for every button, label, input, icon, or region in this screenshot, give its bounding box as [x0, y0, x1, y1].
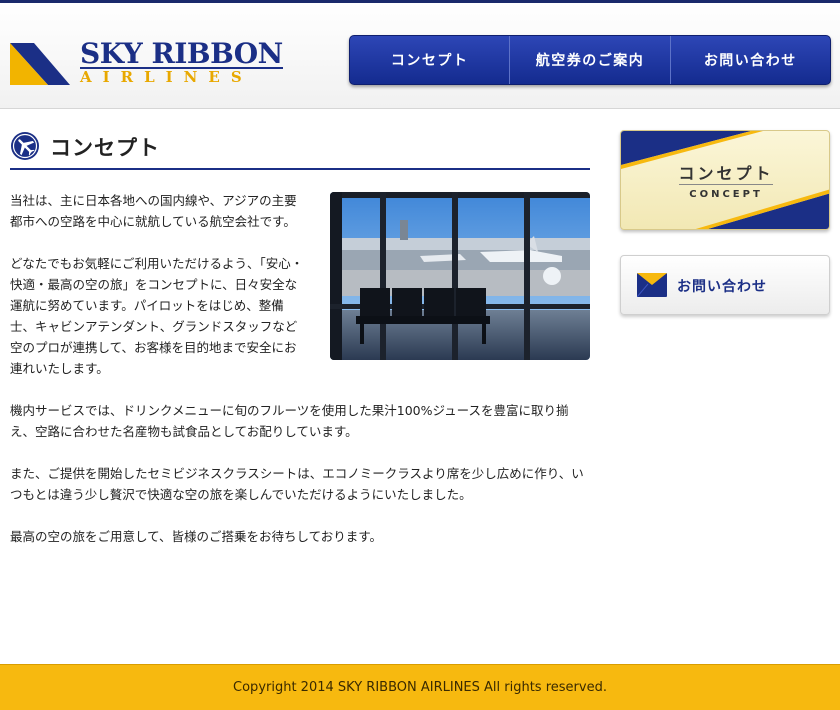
- page-heading: コンセプト: [10, 128, 590, 170]
- main-content: コンセプト 当社は、主に日本各地への国内線や、アジアの主要都市への空路を中心に就…: [10, 128, 590, 568]
- article-paragraph: 最高の空の旅をご用意して、皆様のご搭乗をお待ちしております。: [10, 529, 383, 544]
- sidebar-contact-label: お問い合わせ: [677, 279, 767, 295]
- footer-copyright: Copyright 2014 SKY RIBBON AIRLINES All r…: [233, 680, 607, 695]
- article-paragraph: また、ご提供を開始したセミビジネスクラスシートは、エコノミークラスより席を少し広…: [10, 466, 584, 502]
- sidebar-concept-title: コンセプト: [678, 164, 774, 183]
- sidebar-contact-button[interactable]: お問い合わせ: [620, 255, 830, 315]
- article-paragraph: 機内サービスでは、ドリンクメニューに旬のフルーツを使用した果汁100%ジュースを…: [10, 403, 569, 439]
- logo[interactable]: SKY RIBBON AIRLINES: [10, 37, 290, 89]
- airport-lounge-photo: [330, 192, 590, 360]
- article-body: 当社は、主に日本各地への国内線や、アジアの主要都市への空路を中心に就航している航…: [10, 190, 590, 547]
- site-header: SKY RIBBON AIRLINES コンセプト 航空券のご案内 お問い合わせ: [0, 3, 840, 109]
- logo-subtitle: AIRLINES: [80, 68, 253, 86]
- sidebar: コンセプト CONCEPT お問い合わせ: [620, 130, 830, 315]
- site-footer: Copyright 2014 SKY RIBBON AIRLINES All r…: [0, 664, 840, 710]
- airplane-circle-icon: [11, 132, 39, 160]
- ribbon-logo-icon: [10, 43, 70, 85]
- sidebar-concept-banner[interactable]: コンセプト CONCEPT: [620, 130, 830, 230]
- sidebar-concept-subtitle: CONCEPT: [689, 189, 763, 200]
- page-title: コンセプト: [50, 136, 160, 160]
- nav-item-contact[interactable]: お問い合わせ: [669, 36, 830, 84]
- logo-title: SKY RIBBON: [80, 37, 283, 70]
- nav-item-concept[interactable]: コンセプト: [350, 36, 509, 84]
- nav-item-tickets[interactable]: 航空券のご案内: [509, 36, 669, 84]
- sidebar-concept-divider: [679, 184, 773, 185]
- global-nav: コンセプト 航空券のご案内 お問い合わせ: [349, 35, 831, 85]
- mail-icon: [637, 273, 667, 297]
